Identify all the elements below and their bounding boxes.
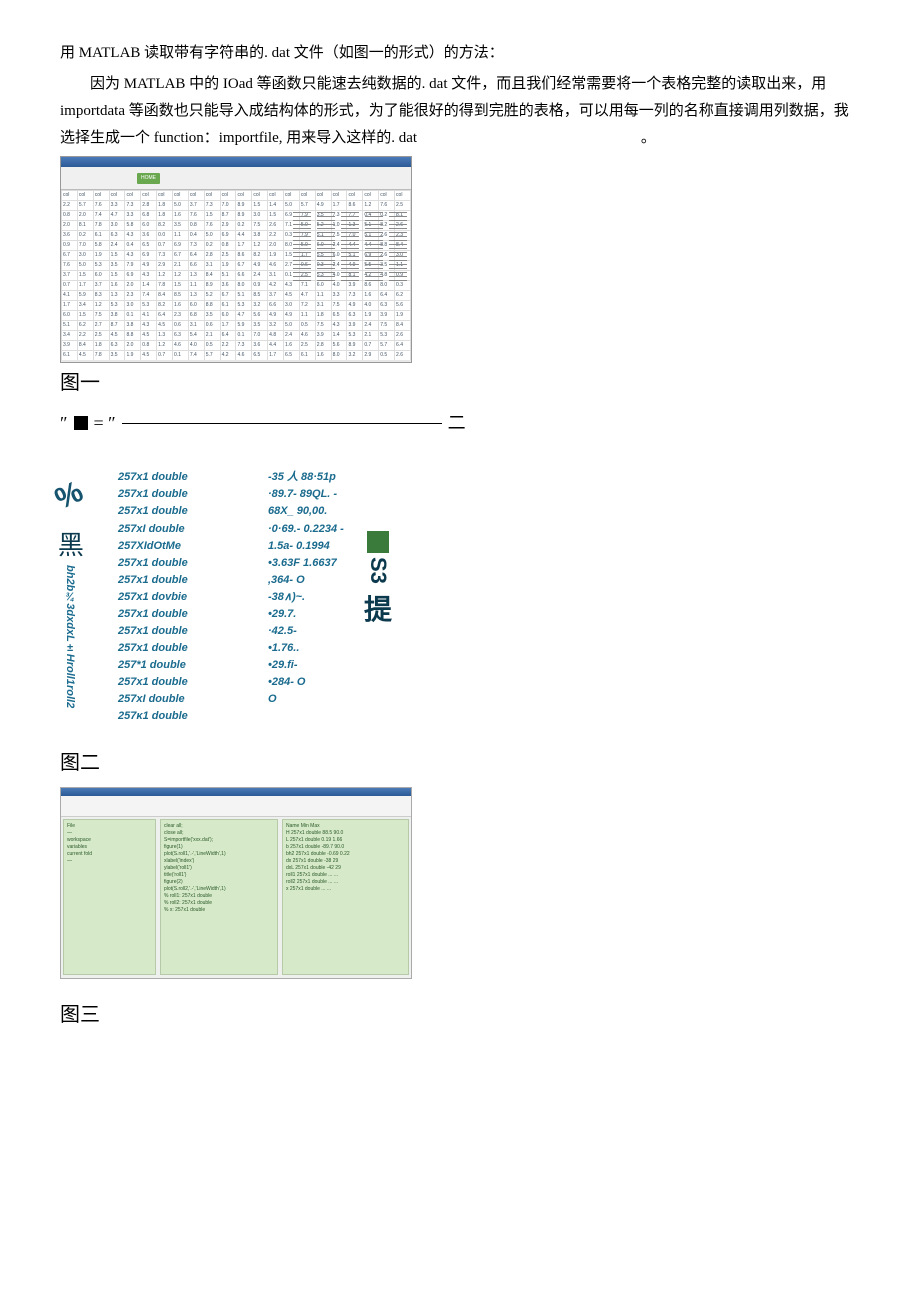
fig2-greenbox-icon <box>367 531 389 553</box>
eq-block-icon <box>74 416 88 430</box>
intro-line-2: 因为 MATLAB 中的 IOad 等函数只能速去纯数据的. dat 文件，而且… <box>60 71 860 152</box>
figure-3-label: 图三 <box>60 997 860 1033</box>
fig3-left-panel: File—workspacevariablescurrent fold— <box>63 819 156 975</box>
figure-1-label: 图一 <box>60 365 860 401</box>
eq-quote-open: ″ <box>60 407 68 439</box>
fig2-values-column: -35 人 88·51p·89.7- 89QL. -68X_ 90,00.·0·… <box>268 469 358 725</box>
figure-3-matlab-window: File—workspacevariablescurrent fold— cle… <box>60 787 412 979</box>
intro-line-1: 用 MATLAB 读取带有字符串的. dat 文件（如图一的形式）的方法： <box>60 40 860 67</box>
figure-2-label: 图二 <box>60 745 860 781</box>
fig3-workspace-panel: Name Min MaxH 257x1 double 88.5 90.0L 25… <box>282 819 409 975</box>
fig2-percent: % <box>45 466 92 526</box>
fig2-types-column: 257x1 double257x1 double257x1 double257x… <box>118 469 258 725</box>
intro-line-2-text: 因为 MATLAB 中的 IOad 等函数只能速去纯数据的. dat 文件，而且… <box>60 76 849 146</box>
fig2-sidecode: bh2b¾3dxdxL±Hroll1roll2 <box>59 565 79 708</box>
fig1-ribbon-badge: HOME <box>137 173 160 184</box>
figure-1-screenshot: HOME colcolcolcolcolcolcolcolcolcolcolco… <box>60 156 412 363</box>
fig2-s3: S3 <box>361 557 395 584</box>
eq-cn-two: 二 <box>448 407 466 439</box>
fig2-ti-char: 提 <box>364 588 392 631</box>
fig2-black-char: 黑 <box>46 531 93 557</box>
figure-2-workspace: % 黑 bh2b¾3dxdxL±Hroll1roll2 257x1 double… <box>60 469 410 725</box>
fig2-right-column: S3 提 <box>358 469 398 725</box>
eq-line: ″ = ″ 二 <box>60 407 860 439</box>
eq-rule <box>122 423 442 424</box>
eq-equals: = ″ <box>94 407 116 439</box>
fig3-editor-panel: clear all;close all;S=importfile('xxx.da… <box>160 819 278 975</box>
